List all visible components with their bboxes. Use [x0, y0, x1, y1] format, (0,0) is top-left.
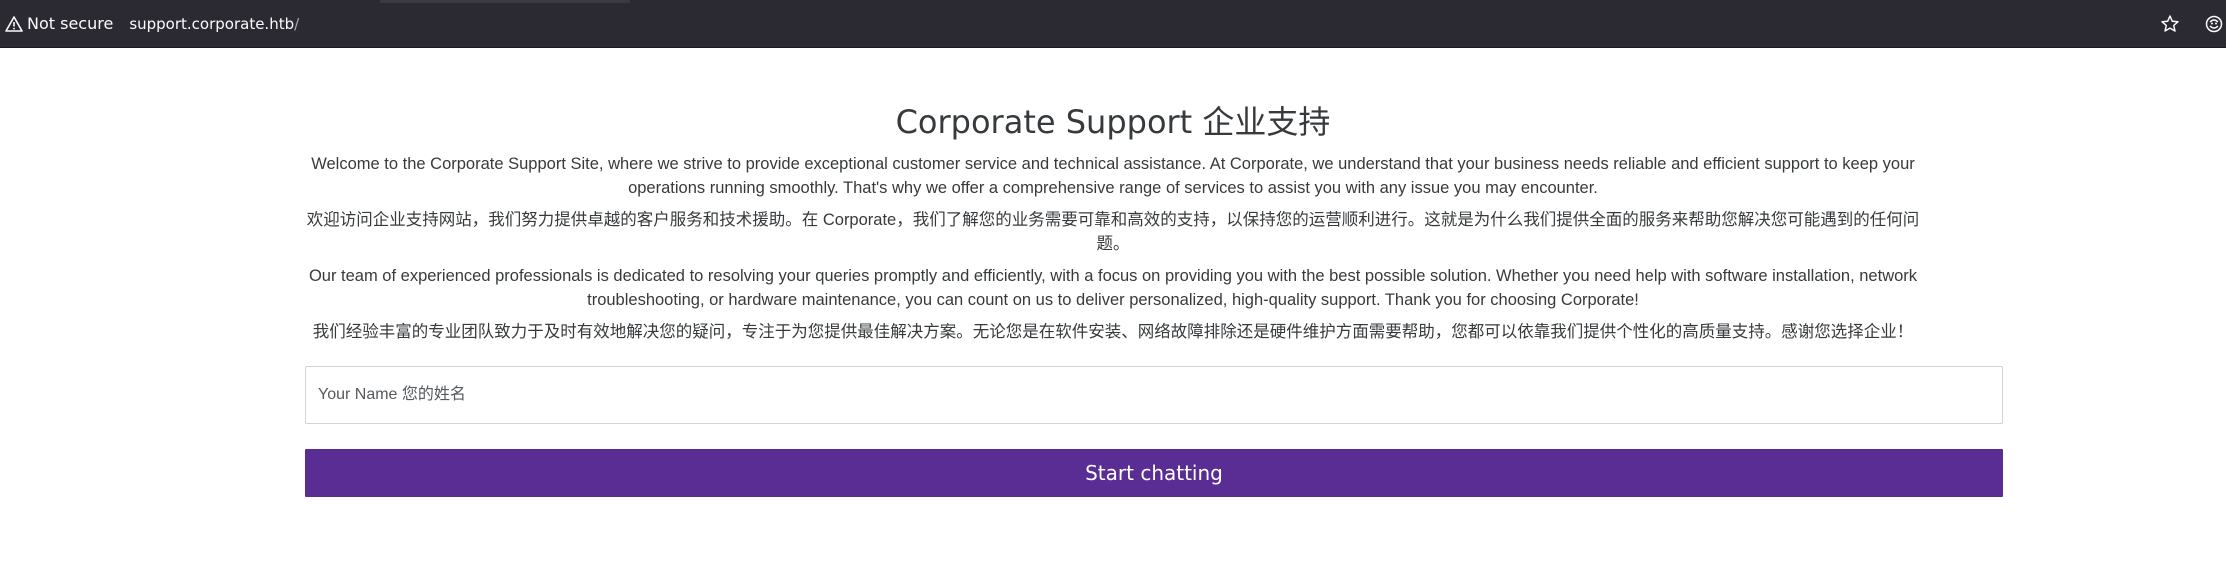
intro-paragraph-en: Welcome to the Corporate Support Site, w…: [311, 155, 1915, 197]
tab-strip: [380, 0, 630, 3]
extension-icon[interactable]: [2204, 14, 2224, 34]
security-label: Not secure: [27, 14, 114, 33]
page-title: Corporate Support 企业支持: [895, 103, 1331, 141]
name-input[interactable]: [305, 366, 2003, 424]
page-content: Corporate Support 企业支持 Welcome to the Co…: [0, 48, 2226, 565]
browser-url-bar: Not secure support.corporate.htb/: [0, 0, 2226, 48]
start-chatting-button[interactable]: Start chatting: [305, 449, 2003, 497]
url-host: support.corporate.htb: [129, 14, 295, 33]
intro-paragraph-cn: 欢迎访问企业支持网站，我们努力提供卓越的客户服务和技术援助。在 Corporat…: [306, 211, 1920, 253]
address-field[interactable]: support.corporate.htb/: [129, 15, 299, 33]
team-paragraph-cn: 我们经验丰富的专业团队致力于及时有效地解决您的疑问，专注于为您提供最佳解决方案。…: [312, 323, 1914, 341]
site-security-indicator[interactable]: Not secure: [5, 14, 113, 33]
team-paragraph-en: Our team of experienced professionals is…: [308, 267, 1918, 309]
warning-icon: [5, 15, 23, 33]
url-path: /: [294, 14, 300, 33]
star-icon[interactable]: [2160, 14, 2180, 34]
toolbar-right: [2160, 0, 2226, 48]
